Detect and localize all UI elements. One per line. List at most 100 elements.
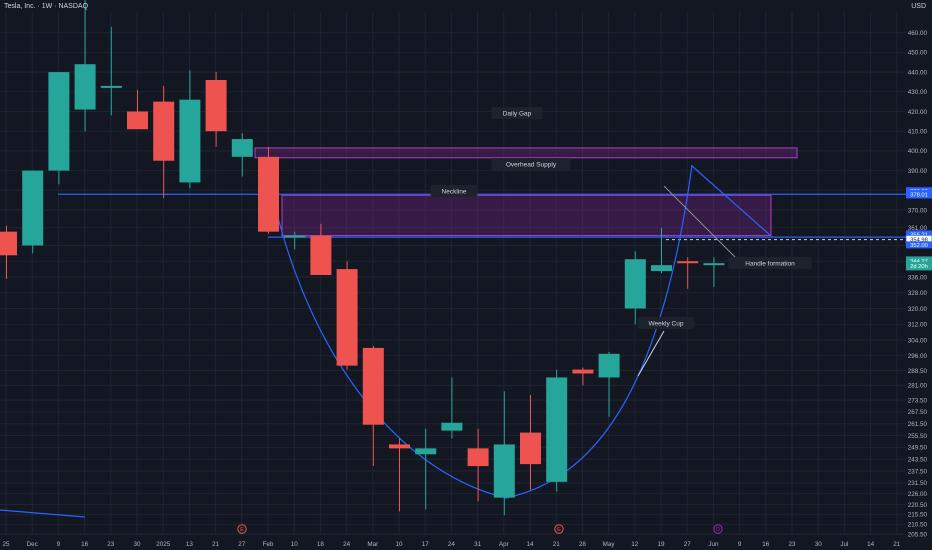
candle-body xyxy=(127,111,148,130)
y-tick-label: 336.00 xyxy=(908,274,928,281)
event-marker-label: E xyxy=(240,527,244,533)
annotation-label: Neckline xyxy=(442,189,467,196)
x-tick-label: May xyxy=(603,541,616,548)
y-tick-label: 249.50 xyxy=(908,445,928,452)
price-tag-label: 352.00 xyxy=(910,243,928,249)
y-tick-label: 430.00 xyxy=(908,89,928,96)
x-tick-label: 28 xyxy=(579,541,587,548)
candle-body xyxy=(441,422,463,431)
x-tick-label: 14 xyxy=(867,541,875,548)
candle-body xyxy=(624,259,646,309)
x-tick-label: 21 xyxy=(553,541,561,548)
x-tick-label: 10 xyxy=(291,541,299,548)
annotation-label: Overhead Supply xyxy=(506,162,557,169)
y-tick-label: 243.50 xyxy=(908,457,928,464)
y-tick-label: 288.50 xyxy=(908,368,928,375)
candle-body xyxy=(389,444,410,449)
annotation-label: Weekly Cup xyxy=(649,321,684,328)
x-tick-label: 16 xyxy=(81,541,89,548)
x-tick-label: 23 xyxy=(107,541,115,548)
x-tick-label: 27 xyxy=(238,541,246,548)
x-tick-label: 17 xyxy=(422,541,430,548)
candle-body xyxy=(310,235,332,276)
x-tick-label: Apr xyxy=(499,541,509,548)
x-tick-label: 24 xyxy=(343,541,351,548)
candle-body xyxy=(362,347,384,425)
y-tick-label: 450.00 xyxy=(908,50,928,57)
candle-body xyxy=(677,261,699,264)
candle-body xyxy=(336,269,358,366)
candle-body xyxy=(651,265,672,272)
x-tick-label: 30 xyxy=(133,541,141,548)
y-tick-label: 370.00 xyxy=(908,207,928,214)
candle-body xyxy=(179,99,201,183)
candle-body xyxy=(22,170,44,246)
x-tick-label: 14 xyxy=(526,541,534,548)
event-marker-label: D xyxy=(716,527,720,533)
candle-body xyxy=(100,85,122,88)
candle-body xyxy=(0,231,17,256)
x-tick-label: 13 xyxy=(186,541,194,548)
x-tick-label: Jul xyxy=(840,541,848,548)
candle-body xyxy=(598,353,620,378)
candle-body xyxy=(493,444,515,498)
candle-body xyxy=(572,369,594,374)
x-tick-label: 23 xyxy=(788,541,796,548)
y-tick-label: 210.50 xyxy=(908,522,928,529)
x-tick-label: 18 xyxy=(317,541,325,548)
x-tick-label: 21 xyxy=(212,541,220,548)
trend-line xyxy=(0,509,86,518)
y-tick-label: 440.00 xyxy=(908,69,928,76)
annotation-label: Handle formation xyxy=(745,261,795,268)
y-tick-label: 255.50 xyxy=(908,433,928,440)
y-tick-label: 410.00 xyxy=(908,128,928,135)
x-tick-label: 9 xyxy=(57,541,61,548)
y-tick-label: 205.50 xyxy=(908,531,928,538)
y-tick-label: 420.00 xyxy=(908,109,928,116)
event-marker-label: E xyxy=(557,527,561,533)
y-tick-label: 320.00 xyxy=(908,306,928,313)
y-tick-label: 400.00 xyxy=(908,148,928,155)
x-tick-label: 21 xyxy=(893,541,901,548)
y-tick-label: 261.50 xyxy=(908,421,928,428)
x-tick-label: 19 xyxy=(657,541,665,548)
candle-body xyxy=(153,101,175,161)
candle-body xyxy=(48,72,70,171)
y-tick-label: 390.00 xyxy=(908,168,928,175)
y-tick-label: 312.00 xyxy=(908,322,928,329)
x-tick-label: Mar xyxy=(367,541,378,548)
x-tick-label: Jun xyxy=(708,541,719,548)
candle-body xyxy=(258,156,279,232)
candle-body xyxy=(415,448,437,455)
x-tick-label: 25 xyxy=(2,541,10,548)
x-tick-label: 24 xyxy=(448,541,456,548)
x-tick-label: 30 xyxy=(815,541,823,548)
zone-box xyxy=(254,147,798,159)
y-tick-label: 296.00 xyxy=(908,353,928,360)
x-tick-label: Dec xyxy=(27,541,38,548)
x-tick-label: 9 xyxy=(738,541,742,548)
candle-body xyxy=(205,79,227,132)
y-tick-label: 304.00 xyxy=(908,337,928,344)
candle-body xyxy=(74,64,96,110)
candle-body xyxy=(231,139,253,157)
price-chart[interactable]: Daily Gap Overhead Supply Neckline Handle f… xyxy=(0,0,932,550)
x-tick-label: Feb xyxy=(263,541,274,548)
y-tick-label: 281.00 xyxy=(908,383,928,390)
x-tick-label: 10 xyxy=(395,541,403,548)
y-tick-label: 273.50 xyxy=(908,397,928,404)
x-tick-label: 27 xyxy=(684,541,692,548)
price-tag-label: 2d 20h xyxy=(910,264,928,270)
annotation-label: Daily Gap xyxy=(503,111,532,118)
zone-box xyxy=(281,194,772,237)
y-tick-label: 267.50 xyxy=(908,409,928,416)
y-tick-label: 460.00 xyxy=(908,30,928,37)
x-tick-label: 31 xyxy=(474,541,482,548)
symbol-title: Tesla, Inc. · 1W · NASDAQ xyxy=(4,3,89,10)
x-tick-label: 12 xyxy=(631,541,639,548)
x-tick-label: 16 xyxy=(762,541,770,548)
y-tick-label: 231.50 xyxy=(908,480,928,487)
candle-body xyxy=(546,377,568,482)
candle-body xyxy=(284,235,306,238)
price-tag-label: 378.01 xyxy=(910,192,928,198)
